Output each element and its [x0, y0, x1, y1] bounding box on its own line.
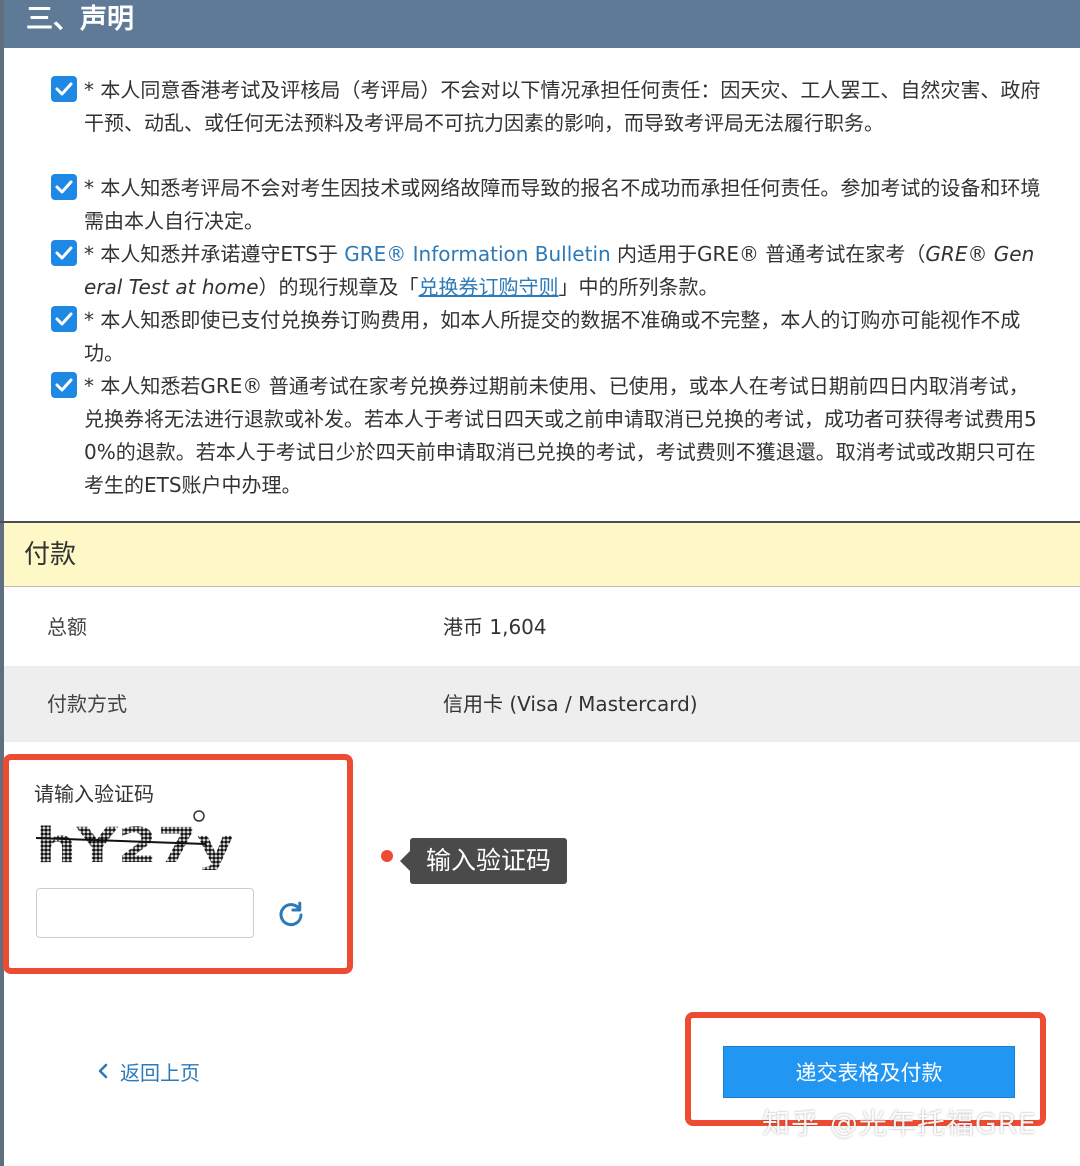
section-header: 三、声明: [4, 0, 1080, 48]
refresh-icon[interactable]: [276, 900, 306, 930]
payment-title: 付款: [24, 540, 77, 570]
annotation-dot: [381, 850, 393, 862]
back-button[interactable]: 返回上页: [96, 1056, 200, 1090]
total-row: 总额 港币 1,604: [4, 589, 1080, 665]
checkmark-icon: [55, 378, 73, 392]
checkmark-icon: [55, 82, 73, 96]
declaration-checkbox[interactable]: [51, 174, 77, 200]
declaration-text: * 本人知悉考评局不会对考生因技术或网络故障而导致的报名不成功而承担任何责任。参…: [84, 176, 1041, 233]
payment-method-label: 付款方式: [47, 692, 127, 716]
payment-method-value: 信用卡 (Visa / Mastercard): [443, 692, 698, 716]
gre-bulletin-link[interactable]: GRE® Information Bulletin: [344, 242, 610, 266]
declaration-text-part: 」中的所列条款。: [558, 275, 719, 299]
section-title: 三、声明: [26, 4, 134, 35]
checkmark-icon: [55, 246, 73, 260]
declaration-checkbox[interactable]: [51, 306, 77, 332]
submit-button[interactable]: 递交表格及付款: [723, 1046, 1015, 1098]
declaration-text: * 本人知悉若GRE® 普通考试在家考兑换券过期前未使用、已使用，或本人在考试日…: [84, 374, 1037, 497]
declaration-text-part: * 本人知悉并承诺遵守ETS于: [84, 242, 345, 266]
captcha-image: hY27y: [36, 810, 234, 870]
declaration-text: * 本人知悉并承诺遵守ETS于 GRE® Information Bulleti…: [84, 238, 1044, 304]
declaration-text-part: ）的现行规章及「: [258, 275, 419, 299]
annotation-tooltip: 输入验证码: [399, 838, 568, 884]
captcha-label: 请输入验证码: [34, 782, 154, 806]
declaration-checkbox[interactable]: [51, 76, 77, 102]
checkmark-icon: [55, 312, 73, 326]
back-label: 返回上页: [120, 1061, 200, 1085]
voucher-rules-link[interactable]: 兑换券订购守则: [419, 275, 559, 299]
payment-method-row: 付款方式 信用卡 (Visa / Mastercard): [4, 666, 1080, 742]
checkmark-icon: [55, 180, 73, 194]
total-value: 港币 1,604: [443, 615, 547, 639]
declaration-text-part: 内适用于GRE® 普通考试在家考（: [610, 242, 926, 266]
declaration-checkbox[interactable]: [51, 240, 77, 266]
chevron-left-icon: [96, 1056, 120, 1090]
declaration-text: * 本人知悉即使已支付兑换券订购费用，如本人所提交的数据不准确或不完整，本人的订…: [84, 308, 1021, 365]
declaration-checkbox[interactable]: [51, 372, 77, 398]
payment-header: 付款: [4, 523, 1080, 587]
captcha-input[interactable]: [36, 888, 254, 938]
watermark: 知乎 @光年托福GRE: [762, 1107, 1037, 1140]
declaration-text: * 本人同意香港考试及评核局（考评局）不会对以下情况承担任何责任：因天灾、工人罢…: [84, 78, 1041, 135]
total-label: 总额: [47, 615, 87, 639]
